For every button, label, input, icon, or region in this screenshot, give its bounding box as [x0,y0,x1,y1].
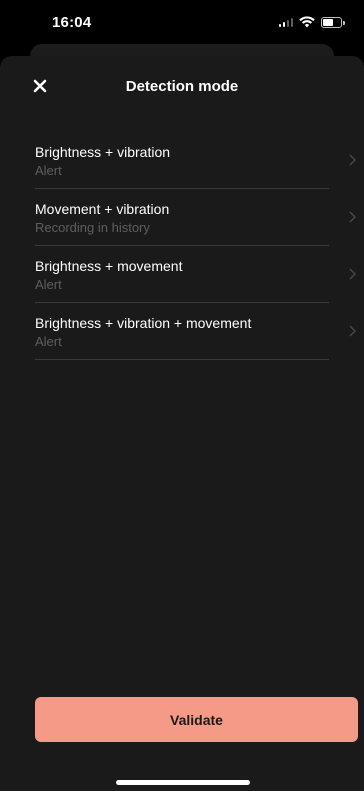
detection-options-list: Brightness + vibration Alert Movement + … [0,132,364,360]
status-bar: 16:04 [0,0,364,44]
chevron-right-icon [349,154,356,166]
option-title: Movement + vibration [35,200,170,217]
option-title: Brightness + vibration [35,143,171,160]
option-subtitle: Alert [35,162,62,178]
option-subtitle: Recording in history [35,219,150,235]
option-brightness-vibration[interactable]: Brightness + vibration Alert [35,132,356,189]
sheet-header: Detection mode [0,56,364,116]
chevron-right-icon [349,211,356,223]
sheet-title: Detection mode [125,77,239,95]
option-subtitle: Alert [35,333,62,349]
status-time: 16:04 [52,13,92,31]
status-icons [278,16,345,28]
close-button[interactable] [28,74,52,98]
app-screen: 16:04 Detection mode Brightness + vibrat… [0,0,364,791]
home-indicator [116,780,250,785]
option-title: Brightness + movement [35,257,183,274]
validate-button[interactable]: Validate [35,697,358,742]
detection-mode-sheet: Detection mode Brightness + vibration Al… [0,56,364,791]
wifi-icon [299,16,315,28]
option-movement-vibration[interactable]: Movement + vibration Recording in histor… [35,189,356,246]
option-brightness-movement[interactable]: Brightness + movement Alert [35,246,356,303]
battery-icon [321,16,345,28]
option-subtitle: Alert [35,276,62,292]
chevron-right-icon [349,325,356,337]
close-icon [33,79,47,93]
option-title: Brightness + vibration + movement [35,314,252,331]
signal-icon [278,17,293,27]
option-brightness-vibration-movement[interactable]: Brightness + vibration + movement Alert [35,303,356,360]
chevron-right-icon [349,268,356,280]
